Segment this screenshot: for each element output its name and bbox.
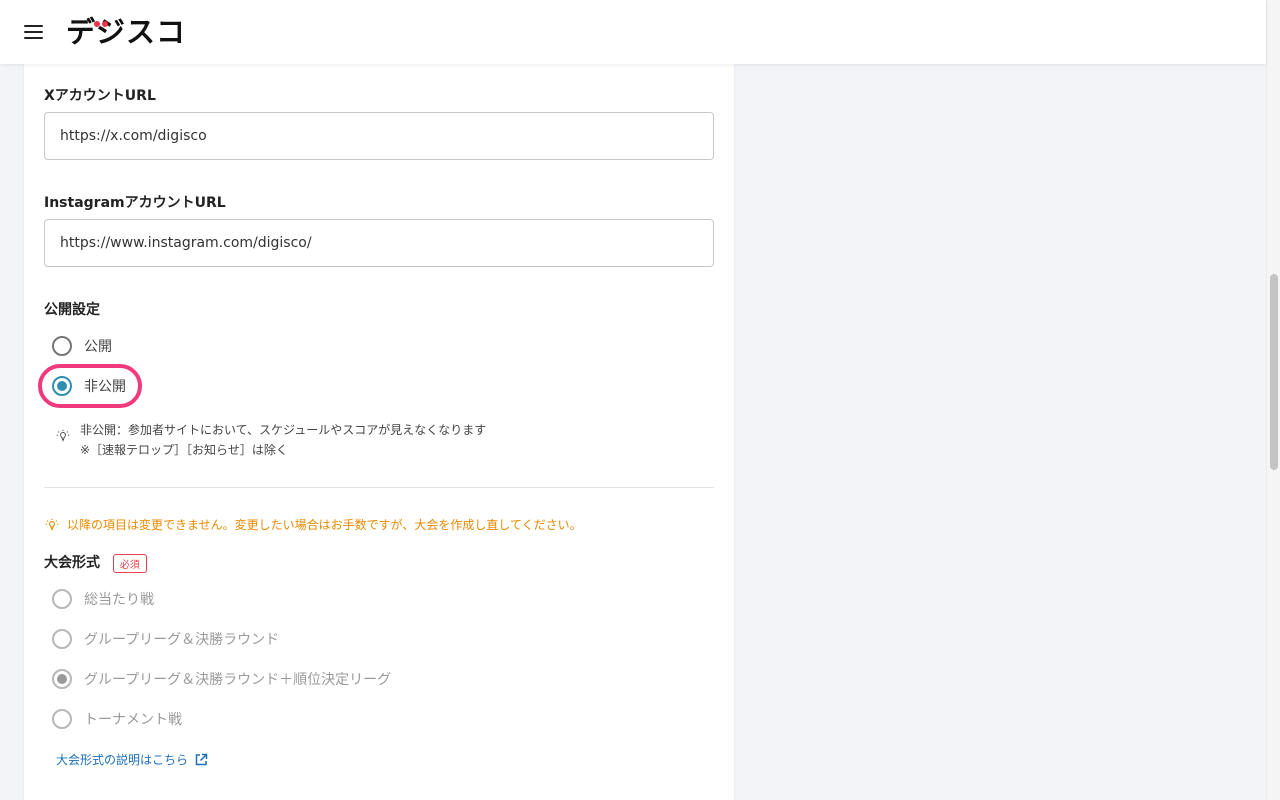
instagram-account-label: InstagramアカウントURL <box>44 195 226 211</box>
radio-group-final[interactable] <box>52 629 72 649</box>
radio-public[interactable] <box>52 336 72 356</box>
section-divider <box>44 487 714 488</box>
top-header: デジスコ <box>0 0 1266 64</box>
logo-accent-dots <box>94 12 110 27</box>
external-link-icon <box>195 753 208 765</box>
radio-private-label: 非公開 <box>84 379 126 395</box>
radio-group-final-ranking[interactable] <box>52 669 72 689</box>
scrollbar-thumb[interactable] <box>1270 274 1278 470</box>
warning-message: 以降の項目は変更できません。変更したい場合はお手数ですが、大会を作成し直してくだ… <box>44 516 582 533</box>
radio-public-label: 公開 <box>84 339 112 355</box>
warning-lightbulb-icon <box>45 518 59 530</box>
radio-group-final-ranking-label: グループリーグ＆決勝ラウンド＋順位決定リーグ <box>84 672 392 688</box>
lightbulb-icon <box>56 429 70 442</box>
visibility-hint: 非公開：参加者サイトにおいて、スケジュールやスコアが見えなくなります ※［速報テ… <box>55 420 486 460</box>
hamburger-menu-icon[interactable] <box>24 24 44 40</box>
format-label-text: 大会形式 <box>44 555 100 571</box>
format-option-group-final[interactable]: グループリーグ＆決勝ラウンド <box>52 627 279 651</box>
x-account-url-input[interactable] <box>44 112 714 160</box>
format-option-round-robin[interactable]: 総当たり戦 <box>52 587 154 611</box>
radio-tournament-label: トーナメント戦 <box>84 712 182 728</box>
radio-group-final-label: グループリーグ＆決勝ラウンド <box>84 632 280 648</box>
radio-round-robin[interactable] <box>52 589 72 609</box>
warning-text: 以降の項目は変更できません。変更したい場合はお手数ですが、大会を作成し直してくだ… <box>67 518 582 532</box>
instagram-account-url-input[interactable] <box>44 219 714 267</box>
radio-round-robin-label: 総当たり戦 <box>84 592 154 608</box>
format-option-group-final-ranking[interactable]: グループリーグ＆決勝ラウンド＋順位決定リーグ <box>52 667 391 691</box>
visibility-hint-line2: ※［速報テロップ］［お知らせ］は除く <box>80 443 288 457</box>
app-logo[interactable]: デジスコ <box>66 14 186 50</box>
format-help-link[interactable]: 大会形式の説明はこちら <box>56 751 208 768</box>
visibility-hint-line1: 非公開：参加者サイトにおいて、スケジュールやスコアが見えなくなります <box>80 423 487 437</box>
visibility-option-private[interactable]: 非公開 <box>52 374 126 398</box>
visibility-option-public[interactable]: 公開 <box>52 334 112 358</box>
format-label: 大会形式 必須 <box>44 552 147 573</box>
radio-tournament[interactable] <box>52 709 72 729</box>
radio-private[interactable] <box>52 376 72 396</box>
format-help-link-text: 大会形式の説明はこちら <box>56 753 189 767</box>
visibility-label: 公開設定 <box>44 302 100 318</box>
required-badge: 必須 <box>112 553 147 573</box>
page-scrollbar[interactable] <box>1266 0 1280 800</box>
format-option-tournament[interactable]: トーナメント戦 <box>52 707 182 731</box>
x-account-label: XアカウントURL <box>44 88 156 104</box>
